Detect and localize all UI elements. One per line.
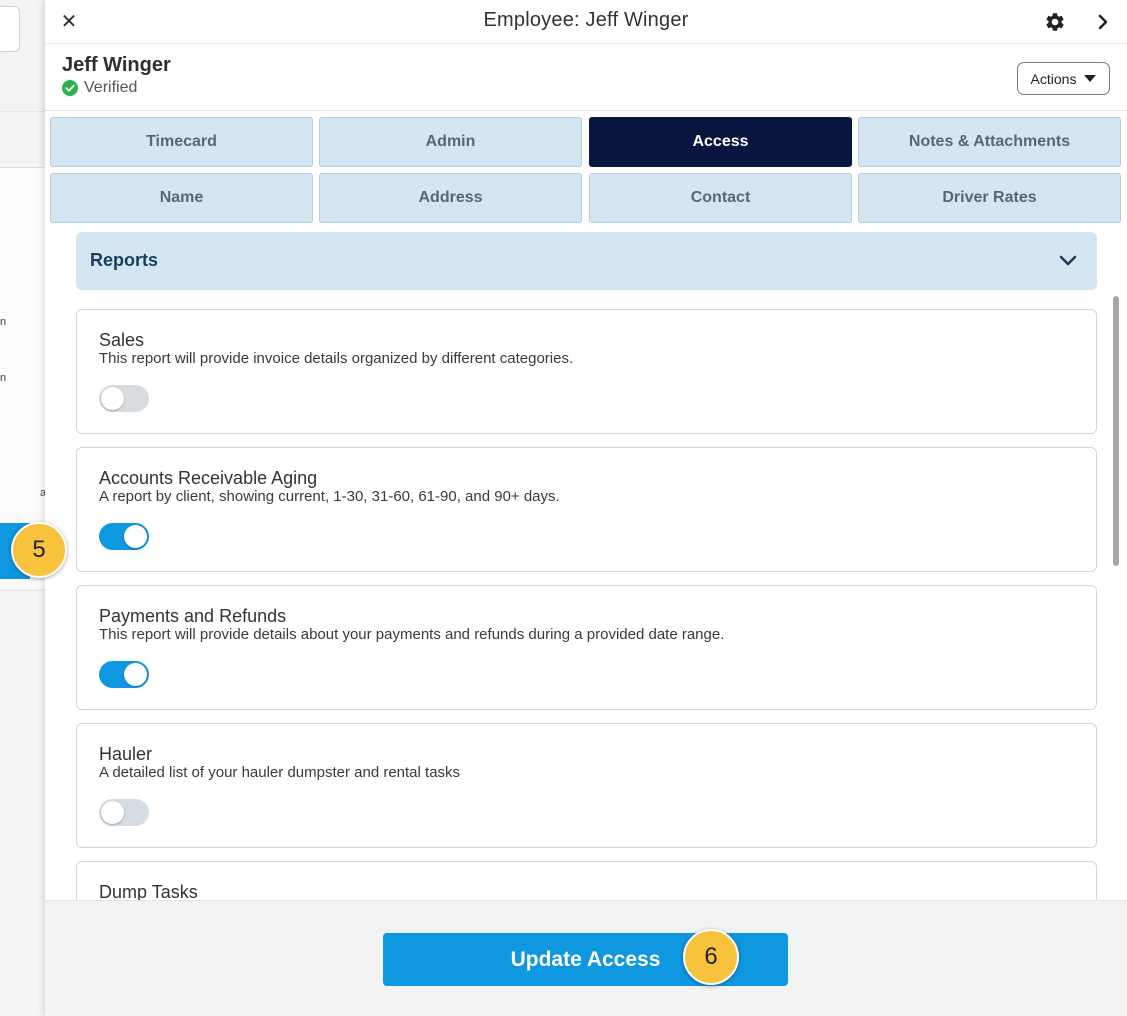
- background-lower-area: [0, 590, 46, 1016]
- employee-panel: ✕ Employee: Jeff Winger Jeff Winger Veri…: [45, 0, 1127, 1016]
- toggle-knob: [101, 801, 124, 824]
- toggle-knob: [124, 663, 147, 686]
- reports-section-header[interactable]: Reports: [76, 232, 1097, 290]
- caret-down-icon: [1084, 74, 1097, 82]
- tab-grid: Timecard Admin Access Notes & Attachment…: [50, 117, 1122, 223]
- report-card-sales: Sales This report will provide invoice d…: [76, 309, 1097, 434]
- report-description: This report will provide invoice details…: [99, 350, 574, 367]
- tab-timecard[interactable]: Timecard: [50, 117, 313, 167]
- access-content: Reports Sales This report will provide i…: [45, 224, 1127, 900]
- report-card-ar-aging: Accounts Receivable Aging A report by cl…: [76, 447, 1097, 572]
- payments-refunds-toggle[interactable]: [99, 661, 149, 688]
- tab-address[interactable]: Address: [319, 173, 582, 223]
- report-description: This report will provide details about y…: [99, 626, 725, 643]
- report-card-dump-tasks: Dump Tasks: [76, 861, 1097, 900]
- panel-titlebar: ✕ Employee: Jeff Winger: [45, 0, 1127, 44]
- hauler-toggle[interactable]: [99, 799, 149, 826]
- chevron-down-icon[interactable]: [1058, 251, 1078, 271]
- panel-title: Employee: Jeff Winger: [483, 9, 689, 31]
- step-badge-6: 6: [683, 929, 739, 985]
- sales-toggle[interactable]: [99, 385, 149, 412]
- employee-name: Jeff Winger: [62, 54, 171, 76]
- step-badge-5: 5: [11, 522, 67, 578]
- tab-access[interactable]: Access: [589, 117, 852, 167]
- report-description: A report by client, showing current, 1-3…: [99, 488, 560, 505]
- background-header: [0, 0, 46, 112]
- background-text-fragment: n: [0, 372, 7, 384]
- content-scrollbar[interactable]: [1113, 296, 1119, 566]
- report-title: Dump Tasks: [99, 882, 198, 900]
- verified-status: Verified: [62, 79, 137, 97]
- report-title: Payments and Refunds: [99, 606, 287, 626]
- tab-contact[interactable]: Contact: [589, 173, 852, 223]
- employee-header: Jeff Winger Verified Actions: [45, 45, 1127, 111]
- tab-name[interactable]: Name: [50, 173, 313, 223]
- report-title: Hauler: [99, 744, 153, 764]
- toggle-knob: [101, 387, 124, 410]
- background-text-fragment: n: [0, 316, 7, 328]
- tab-admin[interactable]: Admin: [319, 117, 582, 167]
- background-search-box: [0, 6, 20, 52]
- report-card-payments-refunds: Payments and Refunds This report will pr…: [76, 585, 1097, 710]
- actions-label: Actions: [1030, 70, 1077, 87]
- background-band: [0, 112, 46, 168]
- tab-notes-attachments[interactable]: Notes & Attachments: [858, 117, 1121, 167]
- chevron-right-icon[interactable]: [1095, 12, 1111, 32]
- reports-section-title: Reports: [90, 250, 159, 270]
- background-app: n n a: [0, 0, 46, 1016]
- gear-icon[interactable]: [1044, 11, 1066, 33]
- ar-aging-toggle[interactable]: [99, 523, 149, 550]
- tab-driver-rates[interactable]: Driver Rates: [858, 173, 1121, 223]
- report-title: Sales: [99, 330, 145, 350]
- toggle-knob: [124, 525, 147, 548]
- verified-label: Verified: [84, 79, 138, 96]
- report-title: Accounts Receivable Aging: [99, 468, 318, 488]
- check-circle-icon: [62, 80, 78, 96]
- report-card-hauler: Hauler A detailed list of your hauler du…: [76, 723, 1097, 848]
- panel-footer: Update Access: [45, 900, 1127, 1016]
- actions-button[interactable]: Actions: [1017, 62, 1110, 95]
- report-description: A detailed list of your hauler dumpster …: [99, 764, 461, 781]
